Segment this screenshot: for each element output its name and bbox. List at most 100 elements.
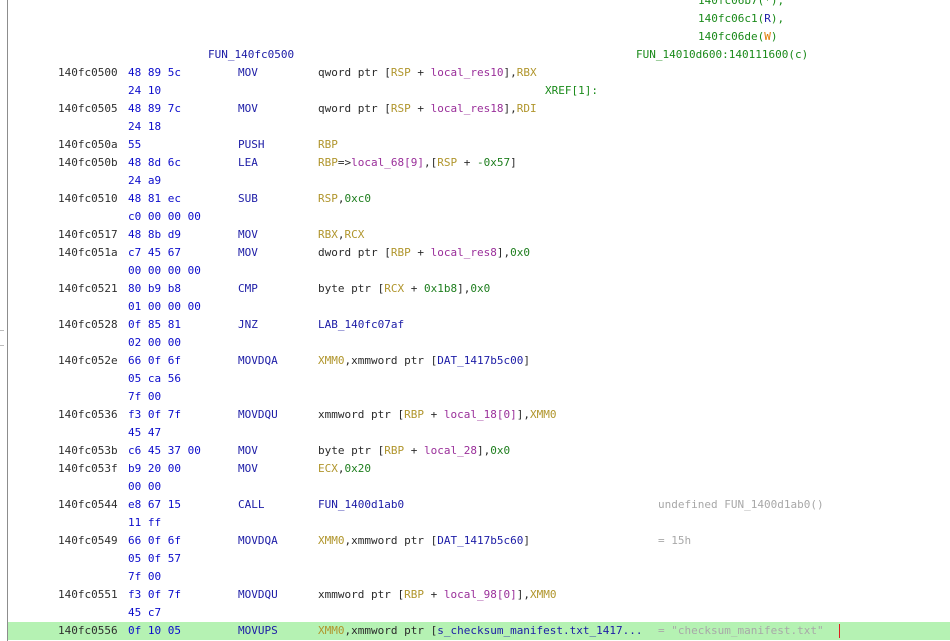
instruction-operands[interactable]: LAB_140fc07af bbox=[318, 316, 404, 334]
operand-num[interactable]: 0x20 bbox=[345, 462, 372, 475]
operand-reg[interactable]: RBP bbox=[318, 138, 338, 151]
operand-reg[interactable]: ECX bbox=[318, 462, 338, 475]
instruction-operands[interactable]: RBP bbox=[318, 136, 338, 154]
instruction-operands[interactable]: XMM0,xmmword ptr [s_checksum_manifest.tx… bbox=[318, 622, 643, 640]
instruction-address[interactable]: 140fc050a bbox=[58, 136, 118, 154]
instruction-operands[interactable]: xmmword ptr [RBP + local_98[0]],XMM0 bbox=[318, 586, 556, 604]
instruction-address[interactable]: 140fc0510 bbox=[58, 190, 118, 208]
instruction-operands[interactable]: XMM0,xmmword ptr [DAT_1417b5c60] bbox=[318, 532, 530, 550]
operand-lab[interactable]: s_checksum_manifest.txt_1417... bbox=[437, 624, 642, 637]
instruction-row[interactable]: 140fc0536 f3 0f 7f MOVDQU xmmword ptr [RBP … bbox=[0, 406, 950, 424]
instruction-address[interactable]: 140fc052e bbox=[58, 352, 118, 370]
operand-reg[interactable]: RSP bbox=[318, 192, 338, 205]
instruction-mnemonic[interactable]: MOVDQA bbox=[238, 532, 278, 550]
operand-lab[interactable]: DAT_1417b5c00 bbox=[437, 354, 523, 367]
instruction-bytes-continuation[interactable]: 24 10 bbox=[0, 82, 950, 100]
operand-num[interactable]: 0x0 bbox=[490, 444, 510, 457]
instruction-mnemonic[interactable]: MOVDQU bbox=[238, 406, 278, 424]
instruction-mnemonic[interactable]: MOV bbox=[238, 244, 258, 262]
instruction-operands[interactable]: XMM0,xmmword ptr [DAT_1417b5c00] bbox=[318, 352, 530, 370]
operand-reg[interactable]: RBX bbox=[318, 228, 338, 241]
xref-entry[interactable]: 140fc06de(W) bbox=[698, 28, 777, 46]
instruction-operands[interactable]: qword ptr [RSP + local_res10],RBX bbox=[318, 64, 537, 82]
instruction-operands[interactable]: RBX,RCX bbox=[318, 226, 364, 244]
instruction-bytes-continuation[interactable]: 05 ca 56 bbox=[0, 370, 950, 388]
operand-num[interactable]: 0x0 bbox=[470, 282, 490, 295]
instruction-operands[interactable]: xmmword ptr [RBP + local_18[0]],XMM0 bbox=[318, 406, 556, 424]
instruction-bytes-continuation[interactable]: 00 00 00 00 bbox=[0, 262, 950, 280]
operand-var[interactable]: local_28 bbox=[424, 444, 477, 457]
instruction-operands[interactable]: RSP,0xc0 bbox=[318, 190, 371, 208]
operand-reg[interactable]: RSP bbox=[437, 156, 457, 169]
instruction-bytes-continuation[interactable]: 11 ff bbox=[0, 514, 950, 532]
operand-var[interactable]: local_res18 bbox=[431, 102, 504, 115]
instruction-operands[interactable]: dword ptr [RBP + local_res8],0x0 bbox=[318, 244, 530, 262]
instruction-operands[interactable]: qword ptr [RSP + local_res18],RDI bbox=[318, 100, 537, 118]
xref-target[interactable]: FUN_14010d600:140111600(c) bbox=[636, 46, 808, 64]
instruction-bytes-continuation[interactable]: 24 a9 bbox=[0, 172, 950, 190]
instruction-row[interactable]: 140fc0517 48 8b d9 MOV RBX,RCX bbox=[0, 226, 950, 244]
instruction-address[interactable]: 140fc0556 bbox=[58, 622, 118, 640]
instruction-address[interactable]: 140fc0505 bbox=[58, 100, 118, 118]
operand-reg[interactable]: RBP bbox=[404, 408, 424, 421]
instruction-row[interactable]: 140fc0528 0f 85 81 JNZ LAB_140fc07af bbox=[0, 316, 950, 334]
instruction-row[interactable]: 140fc050b 48 8d 6c LEA RBP=>local_68[9],[RS… bbox=[0, 154, 950, 172]
operand-reg[interactable]: XMM0 bbox=[318, 534, 345, 547]
instruction-operands[interactable]: RBP=>local_68[9],[RSP + -0x57] bbox=[318, 154, 517, 172]
instruction-bytes-continuation[interactable]: 7f 00 bbox=[0, 388, 950, 406]
operand-var[interactable]: local_18[0] bbox=[444, 408, 517, 421]
operand-reg[interactable]: XMM0 bbox=[318, 354, 345, 367]
instruction-mnemonic[interactable]: LEA bbox=[238, 154, 258, 172]
instruction-mnemonic[interactable]: CALL bbox=[238, 496, 265, 514]
instruction-address[interactable]: 140fc053b bbox=[58, 442, 118, 460]
operand-lab[interactable]: LAB_140fc07af bbox=[318, 318, 404, 331]
operand-num[interactable]: 0x0 bbox=[510, 246, 530, 259]
instruction-row[interactable]: 140fc0544 e8 67 15 CALL FUN_1400d1ab0 undefi… bbox=[0, 496, 950, 514]
instruction-address[interactable]: 140fc053f bbox=[58, 460, 118, 478]
instruction-row[interactable]: 140fc053b c6 45 37 00 MOV byte ptr [RBP + l… bbox=[0, 442, 950, 460]
instruction-mnemonic[interactable]: MOVDQU bbox=[238, 586, 278, 604]
instruction-bytes-continuation[interactable]: c0 00 00 00 bbox=[0, 208, 950, 226]
operand-reg[interactable]: RBX bbox=[517, 66, 537, 79]
function-label[interactable]: FUN_140fc0500 bbox=[208, 46, 294, 64]
operand-reg[interactable]: RDI bbox=[517, 102, 537, 115]
instruction-mnemonic[interactable]: JNZ bbox=[238, 316, 258, 334]
instruction-mnemonic[interactable]: MOVUPS bbox=[238, 622, 278, 640]
operand-reg[interactable]: RBP bbox=[404, 588, 424, 601]
instruction-address[interactable]: 140fc0544 bbox=[58, 496, 118, 514]
instruction-address[interactable]: 140fc0517 bbox=[58, 226, 118, 244]
operand-num[interactable]: 0x1b8 bbox=[424, 282, 457, 295]
instruction-bytes-continuation[interactable]: 05 0f 57 bbox=[0, 550, 950, 568]
instruction-address[interactable]: 140fc0551 bbox=[58, 586, 118, 604]
instruction-row[interactable]: 140fc0549 66 0f 6f MOVDQA XMM0,xmmword ptr … bbox=[0, 532, 950, 550]
instruction-address[interactable]: 140fc050b bbox=[58, 154, 118, 172]
operand-var[interactable]: local_68[9] bbox=[351, 156, 424, 169]
operand-reg[interactable]: RCX bbox=[345, 228, 365, 241]
instruction-bytes-continuation[interactable]: 01 00 00 00 bbox=[0, 298, 950, 316]
operand-reg[interactable]: XMM0 bbox=[530, 408, 557, 421]
xref-entry[interactable]: 140fc06c1(R), bbox=[698, 10, 784, 28]
xref-entry[interactable]: 140fc06b7(*), bbox=[698, 0, 784, 10]
instruction-row[interactable]: 140fc050a 55 PUSH RBP bbox=[0, 136, 950, 154]
instruction-row[interactable]: 140fc053f b9 20 00 MOV ECX,0x20 bbox=[0, 460, 950, 478]
instruction-bytes-continuation[interactable]: 24 18 bbox=[0, 118, 950, 136]
instruction-operands[interactable]: FUN_1400d1ab0 bbox=[318, 496, 404, 514]
instruction-address[interactable]: 140fc0528 bbox=[58, 316, 118, 334]
operand-reg[interactable]: RBP bbox=[384, 444, 404, 457]
operand-reg[interactable]: RBP bbox=[318, 156, 338, 169]
operand-num[interactable]: -0x57 bbox=[477, 156, 510, 169]
instruction-row[interactable]: 140fc0505 48 89 7c MOV qword ptr [RSP + loc… bbox=[0, 100, 950, 118]
instruction-bytes-continuation[interactable]: 02 00 00 bbox=[0, 334, 950, 352]
operand-var[interactable]: local_res10 bbox=[431, 66, 504, 79]
operand-reg[interactable]: RBP bbox=[391, 246, 411, 259]
instruction-mnemonic[interactable]: MOV bbox=[238, 226, 258, 244]
instruction-operands[interactable]: byte ptr [RBP + local_28],0x0 bbox=[318, 442, 510, 460]
instruction-address[interactable]: 140fc0536 bbox=[58, 406, 118, 424]
instruction-mnemonic[interactable]: CMP bbox=[238, 280, 258, 298]
instruction-operands[interactable]: byte ptr [RCX + 0x1b8],0x0 bbox=[318, 280, 490, 298]
operand-lab[interactable]: FUN_1400d1ab0 bbox=[318, 498, 404, 511]
operand-reg[interactable]: XMM0 bbox=[530, 588, 557, 601]
instruction-row[interactable]: 140fc0521 80 b9 b8 CMP byte ptr [RCX + 0x1b… bbox=[0, 280, 950, 298]
instruction-row[interactable]: 140fc051a c7 45 67 MOV dword ptr [RBP + loc… bbox=[0, 244, 950, 262]
operand-var[interactable]: local_res8 bbox=[431, 246, 497, 259]
